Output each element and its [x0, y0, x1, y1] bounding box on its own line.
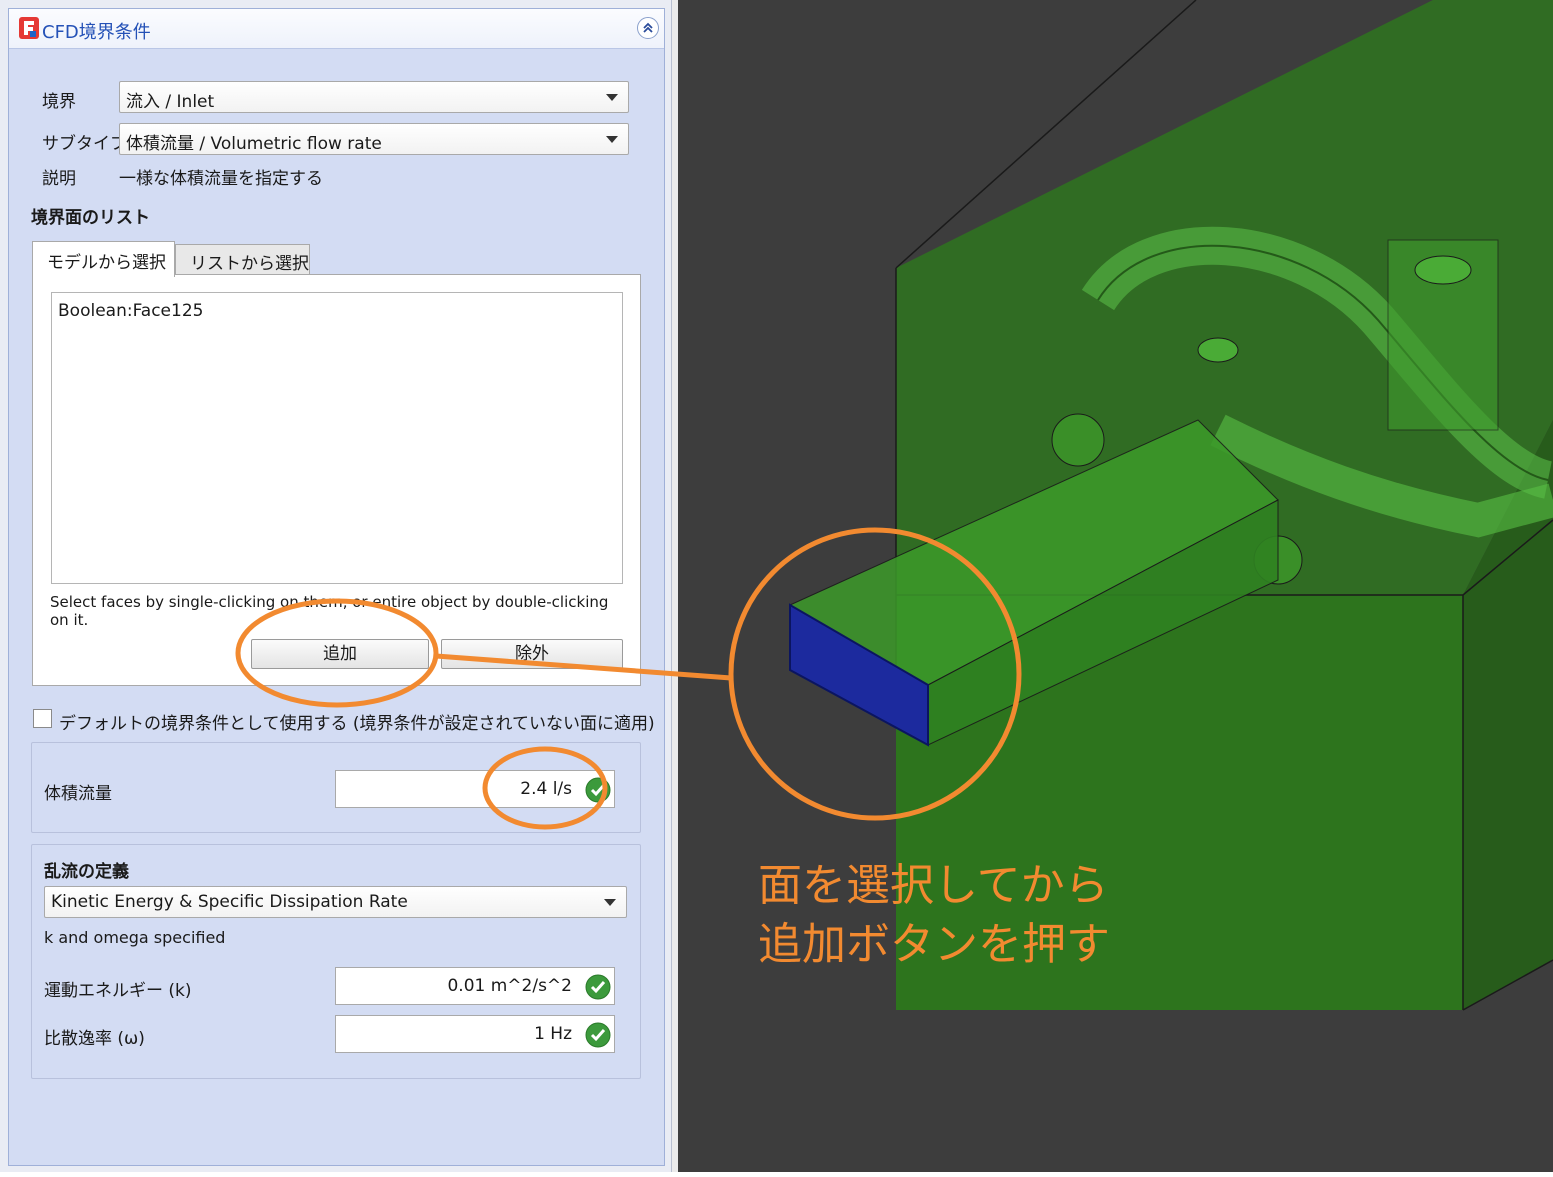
description-label: 説明 — [42, 169, 76, 189]
k-label: 運動エネルギー (k) — [44, 981, 192, 1001]
check-valid-icon — [585, 777, 611, 803]
check-valid-icon — [585, 974, 611, 1000]
annotation-line-1: 面を選択してから — [758, 860, 1109, 911]
subtype-value: 体積流量 / Volumetric flow rate — [126, 134, 382, 154]
k-input[interactable]: 0.01 m^2/s^2 — [335, 967, 615, 1005]
face-list[interactable]: Boolean:Face125 — [51, 292, 623, 584]
boundary-type-select[interactable]: 流入 / Inlet — [119, 81, 629, 113]
flow-rate-value: 2.4 l/s — [520, 779, 572, 799]
boundary-type-value: 流入 / Inlet — [126, 92, 215, 112]
flow-rate-input[interactable]: 2.4 l/s — [335, 770, 615, 808]
boundary-condition-panel: CFD境界条件 境界 流入 / Inlet サブタイプ 体積流量 / Volum… — [8, 8, 665, 1166]
tab-select-from-list[interactable]: リストから選択 — [175, 244, 310, 276]
turbulence-group: 乱流の定義 Kinetic Energy & Specific Dissipat… — [31, 844, 641, 1079]
check-valid-icon — [585, 1022, 611, 1048]
omega-input[interactable]: 1 Hz — [335, 1015, 615, 1053]
face-list-title: 境界面のリスト — [31, 208, 150, 228]
turbulence-model-value: Kinetic Energy & Specific Dissipation Ra… — [51, 892, 408, 912]
add-button[interactable]: 追加 — [251, 639, 429, 669]
3d-viewport[interactable] — [678, 0, 1553, 1172]
tab-label: リストから選択 — [190, 254, 309, 274]
3d-model-view — [788, 0, 1553, 1011]
default-boundary-label: デフォルトの境界条件として使用する (境界条件が設定されていない面に適用) — [59, 714, 655, 734]
dropdown-arrow-icon — [606, 136, 618, 143]
dropdown-arrow-icon — [606, 94, 618, 101]
turbulence-model-select[interactable]: Kinetic Energy & Specific Dissipation Ra… — [44, 886, 627, 918]
collapse-button[interactable] — [637, 17, 659, 39]
flow-rate-label: 体積流量 — [44, 784, 112, 804]
turbulence-title: 乱流の定義 — [44, 862, 129, 882]
tab-label: モデルから選択 — [47, 253, 166, 273]
boundary-label: 境界 — [42, 92, 76, 112]
task-panel: CFD境界条件 境界 流入 / Inlet サブタイプ 体積流量 / Volum… — [0, 0, 672, 1172]
dropdown-arrow-icon — [604, 899, 616, 906]
omega-value: 1 Hz — [534, 1024, 572, 1044]
default-boundary-checkbox[interactable] — [33, 709, 52, 728]
double-chevron-up-icon — [643, 22, 653, 33]
list-item[interactable]: Boolean:Face125 — [58, 301, 203, 321]
k-value: 0.01 m^2/s^2 — [447, 976, 572, 996]
annotation-line-2: 追加ボタンを押す — [758, 919, 1110, 970]
description-text: 一様な体積流量を指定する — [119, 169, 323, 189]
freecad-logo-icon — [19, 17, 39, 39]
panel-title: CFD境界条件 — [42, 22, 151, 43]
face-selection-page: Boolean:Face125 Select faces by single-c… — [32, 274, 641, 686]
remove-button[interactable]: 除外 — [441, 639, 623, 669]
panel-header: CFD境界条件 — [9, 9, 664, 49]
subtype-label: サブタイプ — [42, 134, 127, 154]
flow-rate-group: 体積流量 2.4 l/s — [31, 742, 641, 833]
tab-select-from-model[interactable]: モデルから選択 — [32, 241, 175, 277]
selection-hint: Select faces by single-clicking on them,… — [50, 593, 609, 629]
turbulence-note: k and omega specified — [44, 928, 226, 947]
omega-label: 比散逸率 (ω) — [44, 1029, 145, 1049]
subtype-select[interactable]: 体積流量 / Volumetric flow rate — [119, 123, 629, 155]
